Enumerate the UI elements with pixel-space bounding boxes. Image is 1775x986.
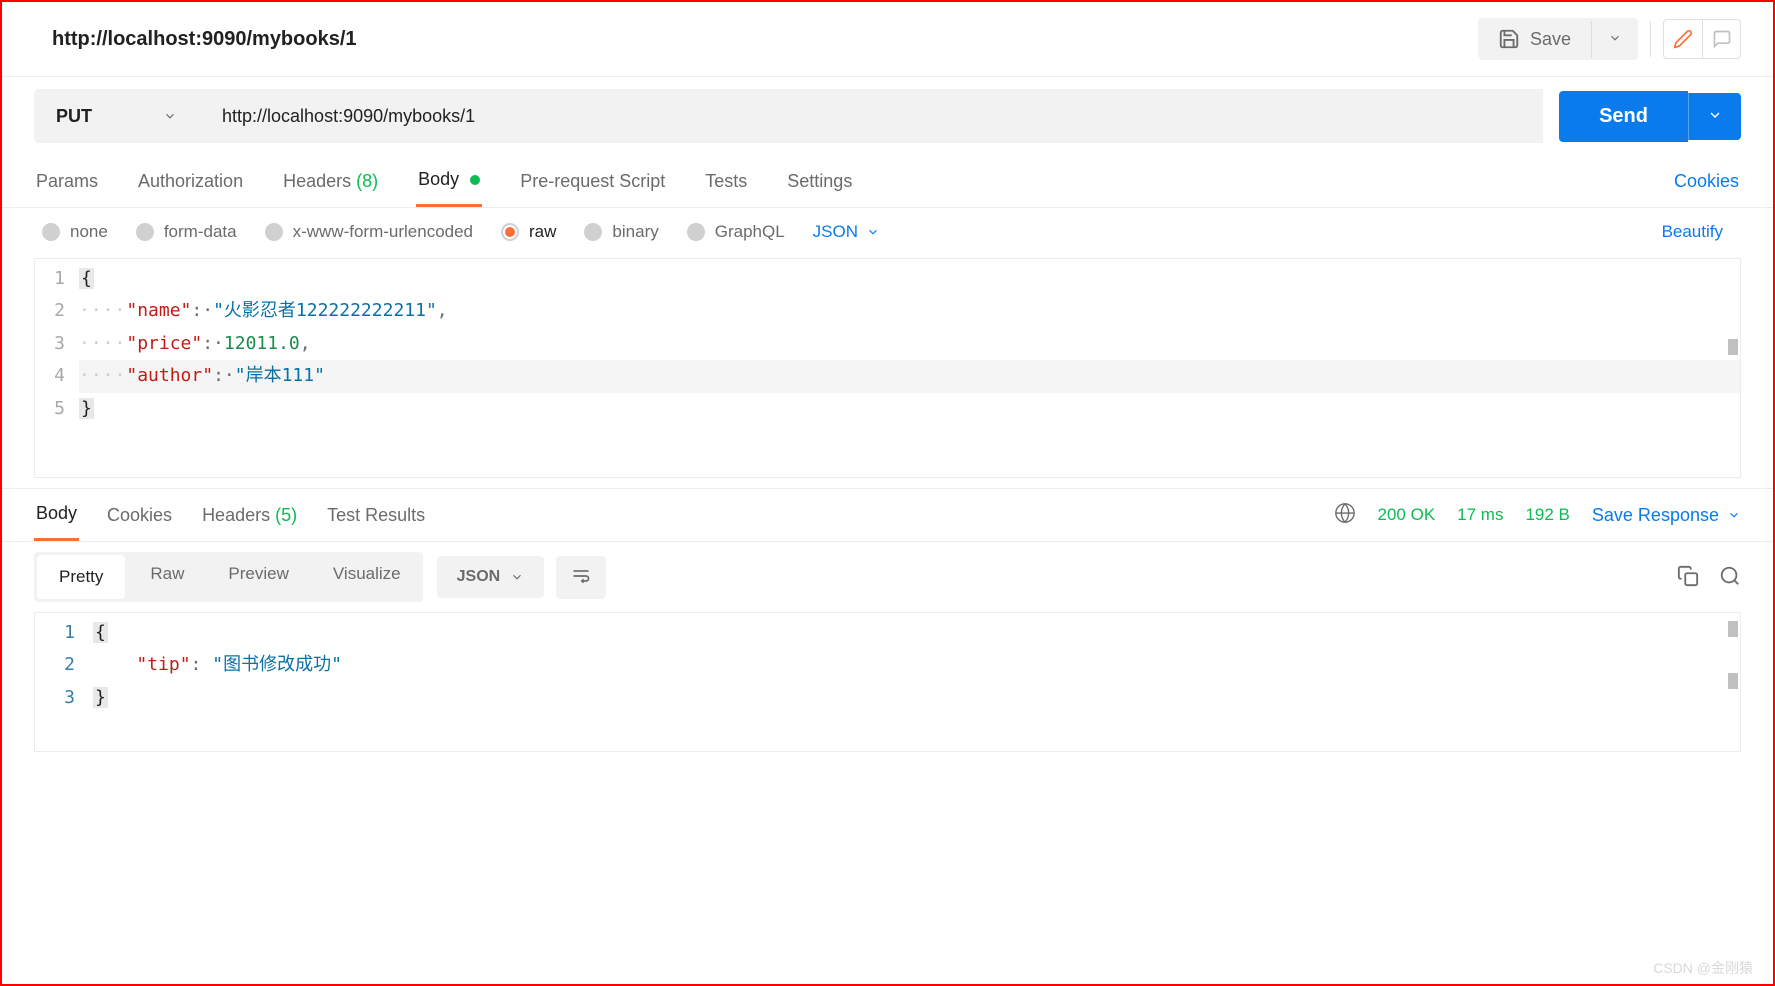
radio-icon — [584, 223, 602, 241]
editor-line: 1{ — [35, 617, 1740, 649]
response-body-viewer[interactable]: 1{2 "tip": "图书修改成功"3} — [34, 612, 1741, 752]
status-code: 200 OK — [1378, 505, 1436, 525]
line-number: 2 — [35, 649, 93, 681]
editor-line: 3····"price":·12011.0, — [35, 328, 1740, 360]
tab-tests[interactable]: Tests — [703, 157, 749, 206]
radio-icon — [501, 223, 519, 241]
body-graphql[interactable]: GraphQL — [687, 222, 785, 242]
beautify-button[interactable]: Beautify — [1662, 222, 1733, 242]
method-label: PUT — [56, 106, 92, 127]
save-label: Save — [1530, 29, 1571, 50]
resp-tab-headers[interactable]: Headers (5) — [200, 491, 299, 540]
editor-line: 1{ — [35, 263, 1740, 295]
tab-body-label: Body — [418, 169, 459, 189]
resp-tab-cookies[interactable]: Cookies — [105, 491, 174, 540]
line-number: 1 — [35, 263, 79, 295]
tab-settings[interactable]: Settings — [785, 157, 854, 206]
tab-headers-label: Headers — [283, 171, 351, 191]
editor-line: 5} — [35, 393, 1740, 425]
body-raw[interactable]: raw — [501, 222, 556, 242]
comment-button[interactable] — [1702, 20, 1740, 58]
watermark: CSDN @金刚猿 — [1653, 958, 1753, 978]
tab-headers[interactable]: Headers (8) — [281, 157, 380, 206]
line-content: ····"name":·"火影忍者122222222211", — [79, 295, 1740, 327]
line-content: { — [79, 263, 1740, 295]
line-number: 3 — [35, 682, 93, 714]
send-dropdown[interactable] — [1688, 93, 1741, 140]
mode-visualize[interactable]: Visualize — [311, 552, 423, 602]
tab-authorization[interactable]: Authorization — [136, 157, 245, 206]
line-content: } — [93, 682, 1740, 714]
icon-group — [1663, 19, 1741, 59]
request-body-editor[interactable]: 1{2····"name":·"火影忍者122222222211",3····"… — [34, 258, 1741, 478]
save-button[interactable]: Save — [1478, 18, 1591, 60]
wrap-lines-button[interactable] — [556, 556, 606, 599]
scrollbar-thumb[interactable] — [1728, 621, 1738, 637]
radio-icon — [687, 223, 705, 241]
line-content: ····"author":·"岸本111" — [79, 360, 1740, 392]
line-content: "tip": "图书修改成功" — [93, 649, 1740, 681]
radio-icon — [136, 223, 154, 241]
headers-count: (8) — [356, 171, 378, 191]
mode-pretty[interactable]: Pretty — [37, 555, 125, 599]
body-none[interactable]: none — [42, 222, 108, 242]
resp-tab-testresults[interactable]: Test Results — [325, 491, 427, 540]
line-number: 4 — [35, 360, 79, 392]
resp-headers-count: (5) — [275, 505, 297, 525]
line-number: 5 — [35, 393, 79, 425]
url-input[interactable]: http://localhost:9090/mybooks/1 — [198, 89, 1543, 143]
body-binary[interactable]: binary — [584, 222, 658, 242]
scrollbar-thumb[interactable] — [1728, 339, 1738, 355]
request-title: http://localhost:9090/mybooks/1 — [52, 28, 357, 51]
scrollbar-thumb[interactable] — [1728, 673, 1738, 689]
editor-line: 3} — [35, 682, 1740, 714]
editor-line: 2····"name":·"火影忍者122222222211", — [35, 295, 1740, 327]
copy-button[interactable] — [1677, 565, 1699, 590]
line-number: 3 — [35, 328, 79, 360]
body-format-select[interactable]: JSON — [813, 222, 880, 242]
editor-line: 4····"author":·"岸本111" — [35, 360, 1740, 392]
body-formdata[interactable]: form-data — [136, 222, 237, 242]
chevron-down-icon — [163, 109, 177, 123]
line-number: 1 — [35, 617, 93, 649]
line-content: ····"price":·12011.0, — [79, 328, 1740, 360]
mode-raw[interactable]: Raw — [128, 552, 206, 602]
send-button[interactable]: Send — [1559, 91, 1688, 142]
edit-button[interactable] — [1664, 20, 1702, 58]
radio-icon — [42, 223, 60, 241]
resp-tab-body[interactable]: Body — [34, 489, 79, 541]
mode-preview[interactable]: Preview — [206, 552, 310, 602]
resp-format-select[interactable]: JSON — [437, 556, 545, 598]
line-number: 2 — [35, 295, 79, 327]
tab-body[interactable]: Body — [416, 155, 482, 207]
cookies-link[interactable]: Cookies — [1672, 157, 1741, 206]
editor-line: 2 "tip": "图书修改成功" — [35, 649, 1740, 681]
save-response-button[interactable]: Save Response — [1592, 505, 1741, 526]
globe-icon[interactable] — [1334, 502, 1356, 529]
method-select[interactable]: PUT — [34, 89, 199, 143]
status-size: 192 B — [1525, 505, 1569, 525]
radio-icon — [265, 223, 283, 241]
save-icon — [1498, 28, 1520, 50]
tab-params[interactable]: Params — [34, 157, 100, 206]
chevron-down-icon — [866, 225, 880, 239]
tab-prerequest[interactable]: Pre-request Script — [518, 157, 667, 206]
body-indicator-icon — [470, 175, 480, 185]
chevron-down-icon — [1727, 508, 1741, 522]
line-content: { — [93, 617, 1740, 649]
save-dropdown[interactable] — [1591, 21, 1638, 58]
status-time: 17 ms — [1457, 505, 1503, 525]
body-urlencoded[interactable]: x-www-form-urlencoded — [265, 222, 473, 242]
line-content: } — [79, 393, 1740, 425]
chevron-down-icon — [510, 570, 524, 584]
search-button[interactable] — [1719, 565, 1741, 590]
wrap-icon — [570, 566, 592, 586]
